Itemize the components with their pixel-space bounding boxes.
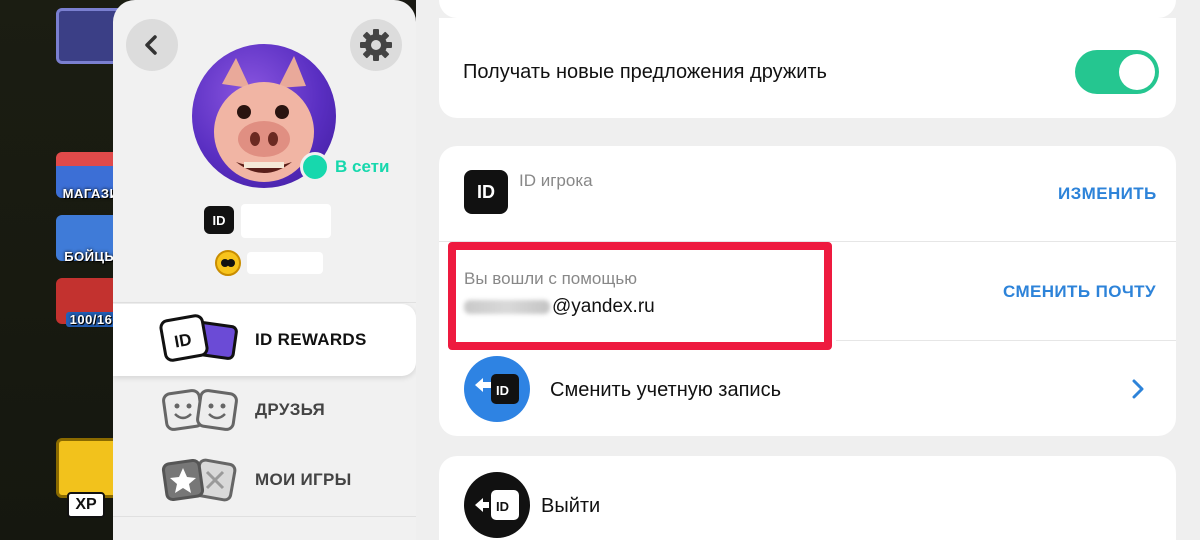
back-button[interactable] (126, 19, 178, 71)
logout-icon: ID (464, 472, 530, 538)
menu-divider (113, 516, 416, 517)
gear-icon (360, 29, 392, 61)
settings-button[interactable] (350, 19, 402, 71)
logout-label: Выйти (541, 495, 601, 517)
change-id-button[interactable]: ИЗМЕНИТЬ (1058, 184, 1157, 204)
my-games-icon (159, 454, 241, 506)
friends-icon (159, 384, 241, 436)
menu-item-label: ДРУЗЬЯ (255, 400, 326, 419)
change-email-button[interactable]: СМЕНИТЬ ПОЧТУ (1003, 282, 1156, 302)
id-rewards-icon: ID (159, 314, 241, 366)
player-id-label: ID игрока (519, 171, 593, 190)
game-background: МАГАЗИ БОЙЦЫ 100/16 XP (0, 0, 130, 540)
switch-account-label: Сменить учетную запись (550, 379, 782, 401)
profile-panel: В сети ID ID ID REWARDS ДРУЗЬЯ МОИ ИГРЫ (113, 0, 416, 540)
menu-item-label: МОИ ИГРЫ (255, 470, 352, 489)
menu-item-my-games[interactable]: МОИ ИГРЫ (113, 444, 416, 516)
game-trophies-label: 100/16 (65, 312, 117, 327)
coin-icon (215, 250, 241, 276)
chevron-left-icon (145, 35, 157, 55)
online-status-dot (300, 152, 330, 182)
player-id-icon: ID (464, 170, 508, 214)
game-xp-badge: XP (56, 492, 116, 518)
menu-divider (113, 302, 416, 303)
menu-item-id-rewards[interactable]: ID ID REWARDS (113, 304, 416, 376)
svg-text:ID: ID (496, 383, 509, 398)
row-divider (836, 340, 1176, 341)
game-shop-label: МАГАЗИ (62, 186, 120, 201)
chevron-right-icon (1132, 379, 1144, 399)
id-icon: ID (204, 206, 234, 234)
player-name-field (247, 252, 323, 274)
highlight-box (448, 242, 832, 350)
game-brawlers-label: БОЙЦЫ (64, 249, 118, 264)
settings-card-top (439, 0, 1176, 18)
svg-text:ID: ID (496, 499, 509, 514)
svg-text:ID: ID (173, 330, 193, 352)
menu-item-label: ID REWARDS (255, 330, 367, 349)
online-status-text: В сети (335, 157, 390, 176)
toggle-knob (1119, 54, 1155, 90)
switch-account-icon: ID (464, 356, 530, 422)
player-id-field (241, 204, 331, 238)
menu-item-friends[interactable]: ДРУЗЬЯ (113, 374, 416, 446)
game-xp-label: XP (67, 492, 105, 518)
friend-requests-toggle[interactable] (1075, 50, 1159, 94)
friend-requests-label: Получать новые предложения дружить (463, 61, 827, 83)
